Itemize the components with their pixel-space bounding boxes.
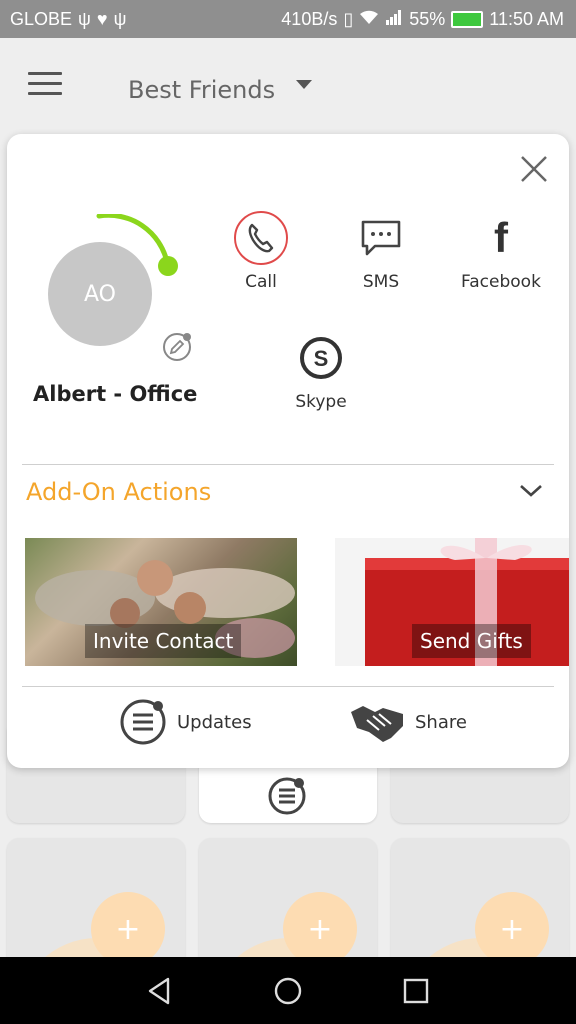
- sms-button[interactable]: SMS: [336, 210, 426, 292]
- share-label: Share: [415, 711, 467, 733]
- contact-card: AO Albert - Office Call SMS f Facebook S…: [7, 134, 569, 768]
- add-contact-button[interactable]: +: [91, 892, 165, 966]
- updates-button[interactable]: Updates: [119, 698, 252, 746]
- share-button[interactable]: Share: [349, 698, 467, 746]
- send-gifts-label: Send Gifts: [412, 624, 531, 658]
- app-bar: Best Friends: [0, 38, 576, 134]
- phone-icon: [233, 210, 289, 266]
- facebook-button[interactable]: f Facebook: [456, 210, 546, 292]
- system-nav-bar: [0, 957, 576, 1024]
- back-icon[interactable]: [144, 975, 176, 1007]
- vibrate-icon: ▯: [343, 9, 354, 29]
- group-title[interactable]: Best Friends: [128, 76, 275, 104]
- divider: [22, 686, 554, 687]
- battery-icon: [451, 11, 484, 28]
- handshake-icon: [351, 706, 403, 742]
- contact-name: Albert - Office: [33, 382, 198, 406]
- close-icon[interactable]: [519, 154, 549, 184]
- sms-icon: [353, 210, 409, 266]
- grid-tile[interactable]: +: [199, 838, 377, 968]
- edit-icon[interactable]: [162, 332, 192, 362]
- group-dropdown-icon[interactable]: [296, 80, 312, 89]
- wifi-icon: [359, 9, 379, 30]
- facebook-icon: f: [494, 214, 508, 261]
- divider: [22, 464, 554, 465]
- avatar-initials: AO: [84, 281, 116, 307]
- menu-icon[interactable]: [28, 72, 62, 95]
- skype-icon: S: [293, 330, 349, 386]
- usb-icon: ψ: [78, 9, 91, 29]
- sms-label: SMS: [362, 272, 400, 292]
- signal-icon: [385, 9, 403, 30]
- svg-text:S: S: [314, 346, 329, 371]
- add-contact-button[interactable]: +: [475, 892, 549, 966]
- send-gifts-tile[interactable]: Send Gifts: [335, 538, 569, 666]
- grid-tile[interactable]: +: [391, 838, 569, 968]
- updates-icon: [120, 699, 166, 745]
- plus-icon: +: [499, 911, 525, 947]
- status-bar: GLOBE ψ ♥ ψ 410B/s ▯ 55% 11:50 AM: [0, 0, 576, 38]
- plus-icon: +: [115, 911, 141, 947]
- recents-icon[interactable]: [400, 975, 432, 1007]
- call-button[interactable]: Call: [216, 210, 306, 292]
- updates-label: Updates: [177, 711, 252, 733]
- updates-icon[interactable]: [267, 776, 307, 816]
- addon-title: Add-On Actions: [26, 478, 212, 506]
- net-speed: 410B/s: [281, 9, 338, 29]
- carrier-label: GLOBE: [10, 9, 73, 29]
- avatar[interactable]: AO: [48, 242, 152, 346]
- invite-contact-tile[interactable]: Invite Contact: [25, 538, 297, 666]
- add-contact-button[interactable]: +: [283, 892, 357, 966]
- usb-icon-2: ψ: [113, 9, 127, 29]
- invite-contact-label: Invite Contact: [85, 624, 242, 658]
- grid-tile[interactable]: +: [7, 838, 185, 968]
- facebook-label: Facebook: [461, 272, 541, 292]
- home-icon[interactable]: [272, 975, 304, 1007]
- heart-monitor-icon: ♥: [96, 9, 108, 29]
- chevron-down-icon[interactable]: [518, 482, 544, 500]
- skype-button[interactable]: S Skype: [276, 330, 366, 412]
- skype-label: Skype: [295, 392, 347, 412]
- clock: 11:50 AM: [489, 9, 564, 29]
- plus-icon: +: [307, 911, 333, 947]
- battery-percent: 55%: [409, 9, 446, 29]
- call-label: Call: [245, 272, 277, 292]
